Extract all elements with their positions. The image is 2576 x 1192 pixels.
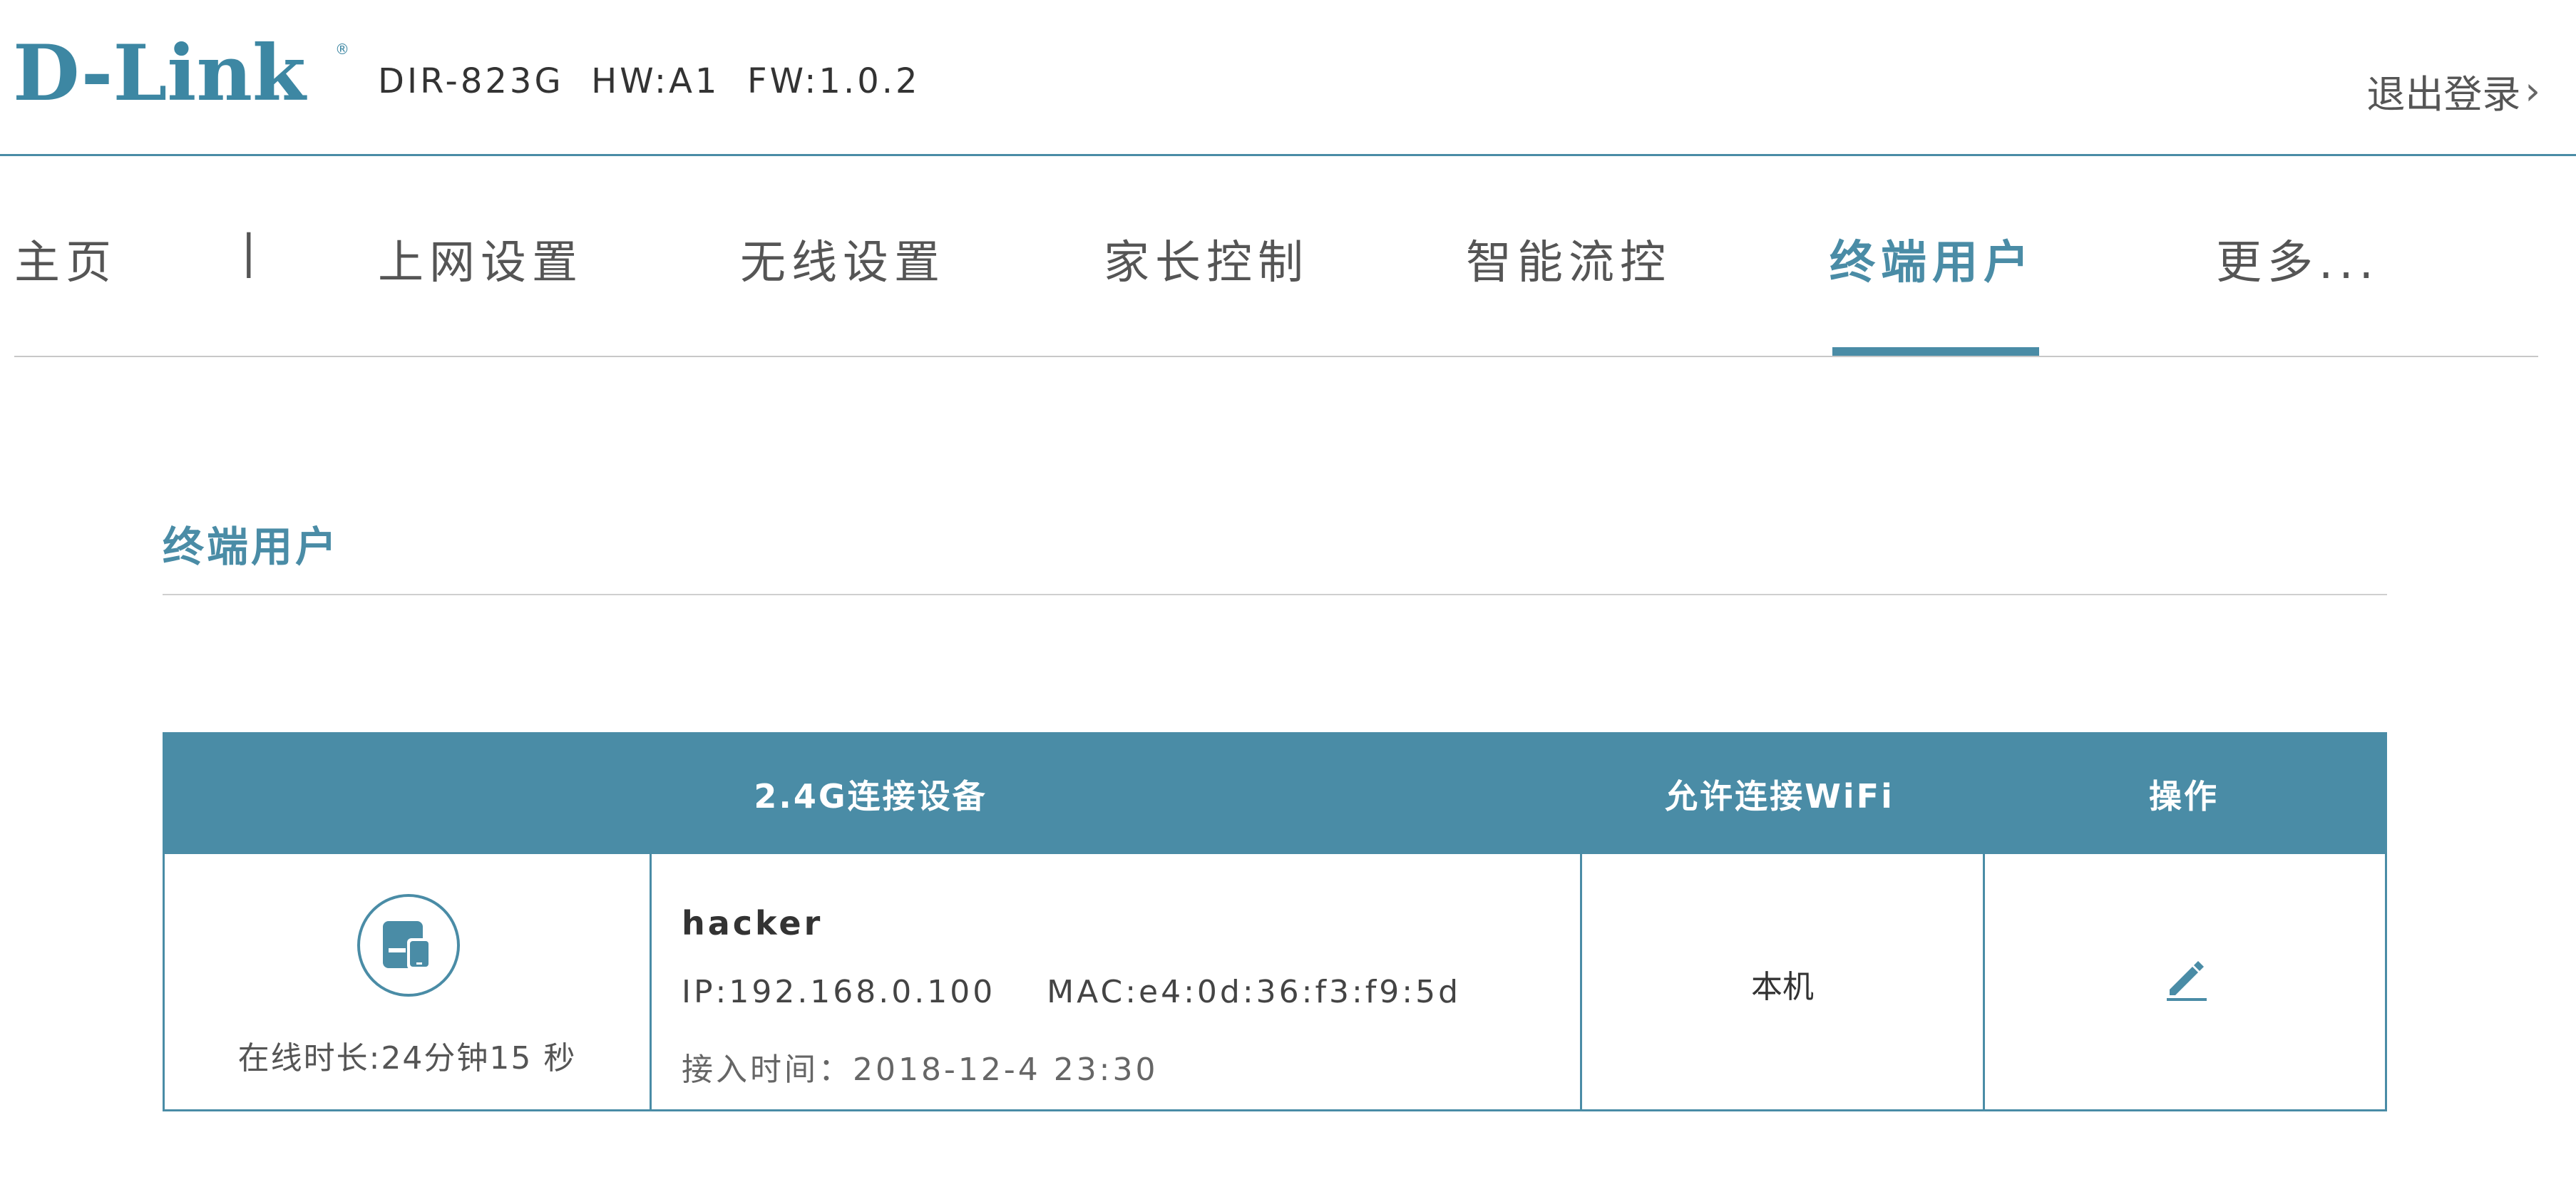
chevron-right-icon: ›: [2525, 68, 2540, 113]
logout-link[interactable]: 退出登录 ›: [2366, 63, 2540, 119]
edit-icon[interactable]: [2161, 954, 2211, 1004]
dlink-logo: D-Link ®: [13, 29, 348, 114]
nav-item-internet[interactable]: 上网设置: [378, 226, 583, 292]
nav-item-qos[interactable]: 智能流控: [1466, 226, 1671, 292]
active-tab-indicator: [1832, 347, 2039, 356]
nav-item-clients[interactable]: 终端用户: [1830, 226, 2035, 292]
svg-text:®: ®: [335, 41, 348, 58]
device-connect-time: 接入时间：2018-12-4 23:30: [682, 1052, 1159, 1088]
wifi-permission: 本机: [1751, 969, 1814, 1005]
svg-text:D-Link: D-Link: [13, 29, 307, 114]
wifi-cell: 本机: [1582, 854, 1983, 1111]
nav-separator: |: [241, 226, 257, 279]
nav-item-parental[interactable]: 家长控制: [1104, 226, 1309, 292]
header-device: 2.4G连接设备: [754, 777, 987, 816]
header: D-Link ® DIR-823G HW:A1 FW:1.0.2 退出登录 ›: [0, 0, 2576, 156]
main-nav: 主页 | 上网设置 无线设置 家长控制 智能流控 终端用户 更多...: [14, 156, 2538, 357]
title-divider: [163, 594, 2387, 595]
logout-label: 退出登录: [2366, 72, 2521, 117]
nav-item-more[interactable]: 更多...: [2216, 226, 2379, 292]
header-action: 操作: [2149, 777, 2219, 816]
page-title: 终端用户: [163, 523, 340, 571]
firmware-info: DIR-823G HW:A1 FW:1.0.2: [378, 61, 920, 101]
nav-item-home[interactable]: 主页: [14, 226, 117, 292]
header-wifi: 允许连接WiFi: [1665, 777, 1894, 816]
device-icon: [357, 894, 460, 997]
action-cell: [1985, 854, 2387, 1111]
clients-table: 2.4G连接设备 允许连接WiFi 操作 在线时长:24分钟15 秒 hacke…: [163, 732, 2387, 1111]
table-header: 2.4G连接设备 允许连接WiFi 操作: [165, 734, 2385, 854]
nav-item-wireless[interactable]: 无线设置: [740, 226, 945, 292]
device-name: hacker: [682, 904, 823, 942]
online-duration: 在线时长:24分钟15 秒: [237, 1040, 577, 1077]
table-row: 在线时长:24分钟15 秒: [165, 854, 650, 1111]
device-details: hacker IP:192.168.0.100 MAC:e4:0d:36:f3:…: [652, 854, 1579, 1111]
device-ip-mac: IP:192.168.0.100 MAC:e4:0d:36:f3:f9:5d: [682, 974, 1462, 1010]
